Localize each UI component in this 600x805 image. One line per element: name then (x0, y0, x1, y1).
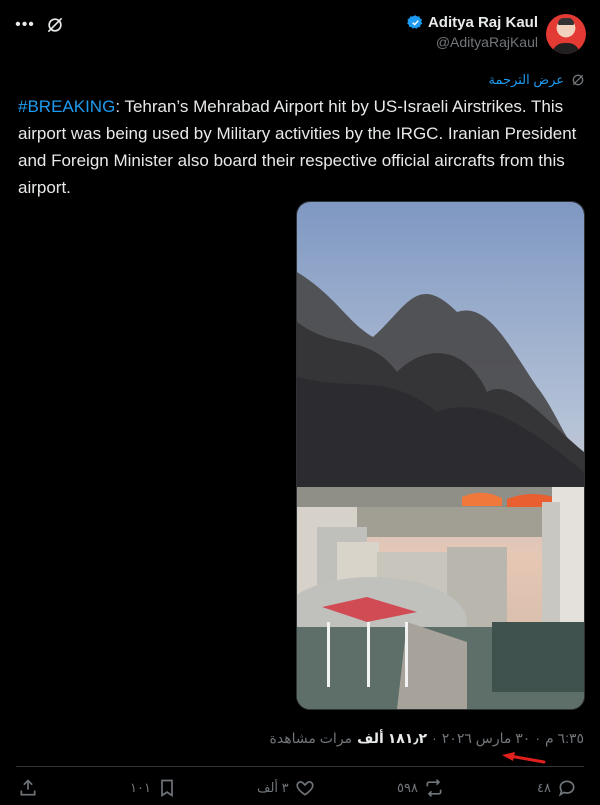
grok-icon[interactable] (44, 14, 66, 36)
share-button[interactable] (18, 778, 38, 798)
bookmark-icon (161, 779, 173, 798)
meta-separator: · (535, 730, 540, 746)
bookmark-button[interactable]: ١٠١ (130, 778, 177, 798)
bookmark-count: ١٠١ (130, 780, 151, 795)
tweet-date[interactable]: ٣٠ مارس ٢٠٢٦ (442, 730, 531, 747)
repost-icon (426, 779, 442, 797)
author-name[interactable]: Aditya Raj Kaul (428, 14, 538, 31)
share-icon (20, 779, 36, 796)
translate-label[interactable]: عرض الترجمة (489, 72, 564, 88)
video-thumbnail (297, 202, 584, 709)
translate-link[interactable]: عرض الترجمة (489, 72, 586, 88)
avatar[interactable] (546, 14, 586, 54)
tweet-media-video[interactable] (296, 201, 585, 710)
repost-button[interactable]: ٥٩٨ (397, 778, 444, 798)
author-handle[interactable]: @AdityaRajKaul (407, 34, 538, 50)
verified-icon (407, 15, 423, 29)
reply-button[interactable]: ٤٨ (537, 778, 577, 798)
like-icon (296, 781, 314, 796)
repost-count: ٥٩٨ (397, 780, 418, 795)
views-count: ١٨١٫٢ ألف (357, 730, 428, 746)
divider (16, 766, 584, 767)
meta-separator-2: · (432, 730, 437, 746)
tweet-text: #BREAKING: Tehran’s Mehrabad Airport hit… (18, 93, 584, 201)
more-options-icon[interactable]: ••• (14, 14, 36, 36)
reply-icon (558, 780, 575, 797)
reply-count: ٤٨ (537, 780, 551, 795)
like-count: ٣ ألف (257, 780, 289, 795)
author-block[interactable]: Aditya Raj Kaul @AdityaRajKaul (407, 14, 538, 50)
annotation-arrow (502, 752, 546, 764)
tweet-time[interactable]: ٦:٣٥ م (545, 730, 584, 747)
hashtag-link[interactable]: #BREAKING (18, 97, 115, 116)
tweet-meta: ٦:٣٥ م · ٣٠ مارس ٢٠٢٦ · ١٨١٫٢ ألف مرات م… (270, 730, 584, 747)
tweet-actions: ١٠١ ٣ ألف ٥٩٨ ٤٨ (18, 778, 582, 800)
translate-icon (572, 74, 584, 86)
views-label: مرات مشاهدة (269, 730, 353, 746)
like-button[interactable]: ٣ ألف (257, 778, 315, 798)
